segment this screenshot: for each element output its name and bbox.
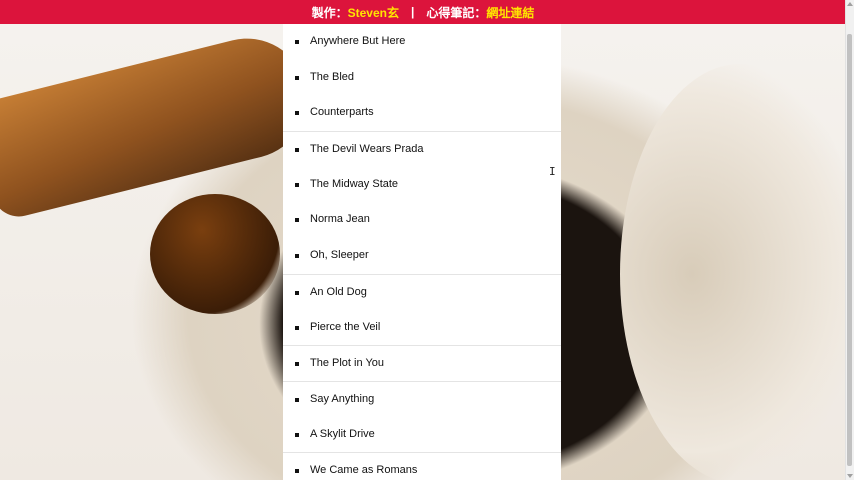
list-item-label: The Devil Wears Prada <box>310 143 424 156</box>
list-item[interactable]: The Plot in You <box>283 345 561 381</box>
bullet-icon <box>295 469 299 474</box>
author-prefix: 製作： <box>311 5 348 20</box>
list-item-label: We Came as Romans <box>310 464 418 477</box>
bullet-icon <box>295 325 299 330</box>
list-item-label: Norma Jean <box>310 213 370 226</box>
cup-rim-shape <box>620 64 846 480</box>
list-item[interactable]: Norma Jean <box>283 202 561 238</box>
list-item[interactable]: An Old Dog <box>283 273 561 310</box>
list-item-label: The Plot in You <box>310 357 385 370</box>
text-cursor-icon: I <box>549 165 556 178</box>
page-scrollbar[interactable] <box>845 0 854 480</box>
list-item[interactable]: Pierce the Veil <box>283 310 561 346</box>
bullet-icon <box>295 290 299 295</box>
list-item-label: Counterparts <box>310 106 374 119</box>
coffee-drip-shape <box>150 194 280 314</box>
band-list: Anywhere But Here The Bled Counterparts The… <box>283 24 561 480</box>
list-item-label: Anywhere But Here <box>310 35 406 47</box>
list-item-label: An Old Dog <box>310 285 367 298</box>
list-item[interactable]: Say Anything <box>283 380 561 417</box>
bullet-icon <box>295 397 299 402</box>
list-item-label: Oh, Sleeper <box>310 249 369 262</box>
list-item[interactable]: Anywhere But Here <box>283 24 561 60</box>
bullet-icon <box>295 362 299 367</box>
list-item[interactable]: The Midway State <box>283 167 561 203</box>
list-item-label: The Midway State <box>310 177 399 190</box>
list-item-label: The Bled <box>310 70 355 83</box>
list-item[interactable]: Oh, Sleeper <box>283 238 561 274</box>
band-list-panel: Anywhere But Here The Bled Counterparts The… <box>283 24 561 480</box>
notes-link[interactable]: 網址連結 <box>486 4 534 21</box>
top-banner: 製作： Steven玄 | 心得筆記： 網址連結 <box>0 0 846 24</box>
scroll-up-arrow-icon[interactable] <box>847 2 853 6</box>
bullet-icon <box>295 182 299 187</box>
bullet-icon <box>295 148 299 153</box>
bullet-icon <box>295 40 299 44</box>
bullet-icon <box>295 254 299 259</box>
list-item[interactable]: A Skylit Drive <box>283 417 561 453</box>
bullet-icon <box>295 432 299 437</box>
list-item-label: A Skylit Drive <box>310 427 375 440</box>
list-item[interactable]: Counterparts <box>283 95 561 131</box>
list-item[interactable]: The Bled <box>283 60 561 96</box>
spoon-shape <box>0 25 320 223</box>
notes-prefix: 心得筆記： <box>426 5 487 20</box>
banner-separator: | <box>410 5 415 19</box>
bullet-icon <box>295 75 299 80</box>
list-item-label: Say Anything <box>310 392 375 405</box>
scrollbar-thumb[interactable] <box>847 34 852 466</box>
list-item[interactable]: The Devil Wears Prada <box>283 131 561 167</box>
bullet-icon <box>295 218 299 223</box>
author-name: Steven玄 <box>347 5 399 20</box>
bullet-icon <box>295 111 299 116</box>
list-item-label: Pierce the Veil <box>310 320 381 333</box>
list-item[interactable]: We Came as Romans <box>283 452 561 480</box>
scroll-down-arrow-icon[interactable] <box>847 474 853 478</box>
